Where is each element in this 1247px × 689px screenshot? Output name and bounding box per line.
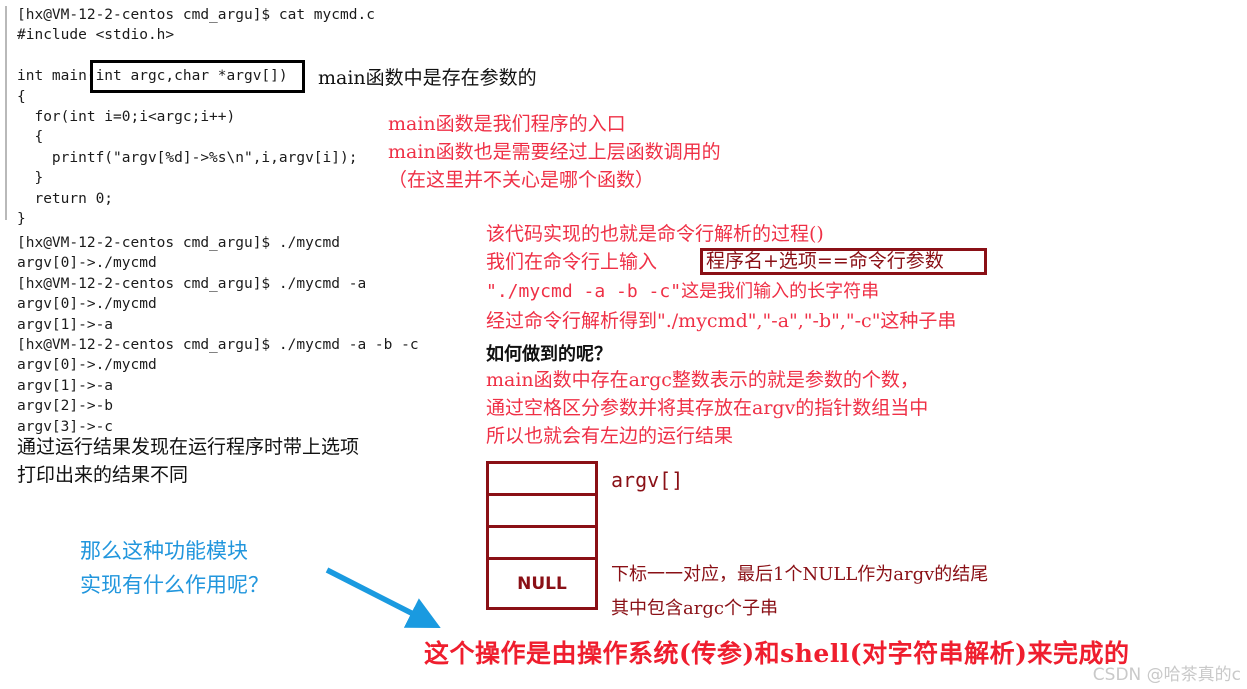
blue-arrow-icon <box>325 567 441 628</box>
annotation-entry-line2: main函数也是需要经过上层函数调用的 <box>388 141 721 163</box>
annotation-parse-line4: 经过命令行解析得到"./mycmd","-a","-b","-c"这种子串 <box>486 310 957 332</box>
annotation-blue-question-line2: 实现有什么作用呢？ <box>80 573 269 597</box>
annotation-parse-line1: 该代码实现的也就是命令行解析的过程() <box>486 223 824 245</box>
annotation-argv-note-line1: 下标一一对应，最后1个NULL作为argv的结尾 <box>611 564 989 585</box>
argv-array-diagram: NULL <box>486 461 598 610</box>
annotation-how-question: 如何做到的呢？ <box>486 344 612 365</box>
annotation-parse-line2-prefix: 我们在命令行上输入 <box>486 251 658 273</box>
argv-cell-null: NULL <box>517 573 567 594</box>
annotation-entry-line1: main函数是我们程序的入口 <box>388 113 626 135</box>
code-gutter-line <box>5 6 7 220</box>
annotation-result-line2: 打印出来的结果不同 <box>17 464 189 486</box>
annotation-argv-note-line2: 其中包含argc个子串 <box>611 598 778 619</box>
annotation-result-line1: 通过运行结果发现在运行程序时带上选项 <box>17 436 360 458</box>
annotation-parse-line2-boxed: 程序名+选项==命令行参数 <box>706 250 944 272</box>
page-canvas: [hx@VM-12-2-centos cmd_argu]$ cat mycmd.… <box>0 0 1247 689</box>
annotation-entry-line3: （在这里并不关心是哪个函数） <box>388 169 655 191</box>
terminal-run-session: [hx@VM-12-2-centos cmd_argu]$ ./mycmd ar… <box>17 235 419 435</box>
annotation-how-line3: 所以也就会有左边的运行结果 <box>486 425 734 447</box>
annotation-how-line2: 通过空格区分参数并将其存放在argv的指针数组当中 <box>486 397 929 419</box>
annotation-blue-question-line1: 那么这种功能模块 <box>80 539 248 563</box>
argv-array-label: argv[] <box>611 468 684 492</box>
main-params-highlight-box <box>90 60 305 93</box>
argv-cell-0 <box>489 464 595 496</box>
terminal-cat-session: [hx@VM-12-2-centos cmd_argu]$ cat mycmd.… <box>17 7 375 228</box>
annotation-how-line1: main函数中存在argc整数表示的就是参数的个数， <box>486 369 919 391</box>
annotation-main-params-note: main函数中是存在参数的 <box>318 67 537 89</box>
annotation-conclusion: 这个操作是由操作系统(传参)和shell(对字符串解析)来完成的 <box>424 639 1130 668</box>
csdn-watermark: CSDN @哈茶真的c <box>1092 665 1241 685</box>
argv-cell-1 <box>489 496 595 528</box>
annotation-parse-line3: "./mycmd -a -b -c"这是我们输入的长字符串 <box>486 281 880 302</box>
argv-cell-2 <box>489 528 595 560</box>
